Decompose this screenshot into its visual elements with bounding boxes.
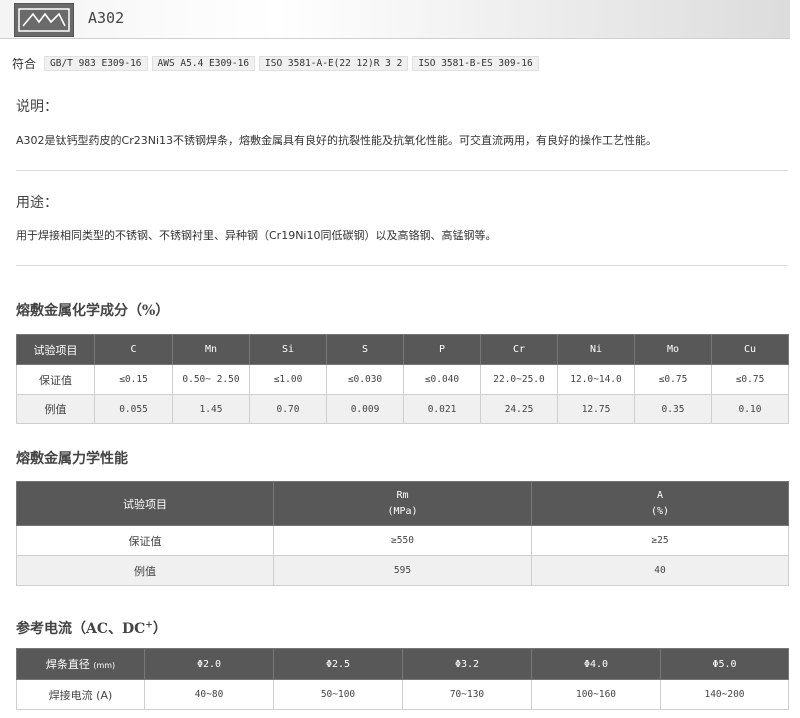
column-header-unit: (%) [650, 505, 670, 517]
table-row: 焊接电流 (A) 40~80 50~100 70~130 100~160 140… [16, 679, 789, 710]
column-header: Mo [634, 334, 712, 365]
column-header: P [403, 334, 481, 365]
column-header: Ni [557, 334, 635, 365]
standards-row: 符合 GB/T 983 E309-16 AWS A5.4 E309-16 ISO… [12, 54, 543, 72]
table-cell: 595 [273, 555, 532, 586]
table-cell: 1.45 [172, 394, 250, 424]
table-header-row: 试验项目 Rm (MPa) A (%) [16, 481, 789, 526]
chemistry-heading: 熔敷金属化学成分（%） [16, 303, 170, 319]
table-cell: 例值 [16, 394, 95, 424]
table-cell: 0.10 [711, 394, 789, 424]
standard-tag: GB/T 983 E309-16 [44, 55, 148, 71]
column-header: 试验项目 [16, 481, 274, 526]
column-header-unit: (MPa) [387, 505, 418, 517]
header-bar: A302 [0, 0, 790, 39]
table-cell: 例值 [16, 555, 274, 586]
standards-label: 符合 [12, 56, 37, 71]
current-heading-text: 参考电流（AC、DC [16, 621, 146, 637]
table-cell: 22.0~25.0 [480, 364, 558, 395]
mechanical-heading: 熔敷金属力学性能 [16, 451, 128, 467]
table-cell: 140~200 [660, 679, 789, 710]
column-header: Φ4.0 [531, 648, 661, 680]
column-header: Φ2.5 [273, 648, 403, 680]
table-cell: 12.75 [557, 394, 635, 424]
column-header: Cu [711, 334, 789, 365]
table-cell: 24.25 [480, 394, 558, 424]
table-row: 例值 0.055 1.45 0.70 0.009 0.021 24.25 12.… [16, 394, 789, 424]
description-text: A302是钛钙型药皮的Cr23Ni13不锈钢焊条，熔敷金属具有良好的抗裂性能及抗… [16, 134, 657, 147]
diameter-unit: (mm) [93, 661, 116, 670]
column-header: Φ3.2 [402, 648, 532, 680]
mechanical-table: 试验项目 Rm (MPa) A (%) 保证值 ≥550 ≥25 例值 595 … [16, 481, 789, 586]
usage-heading: 用途： [16, 195, 58, 211]
column-header: Φ5.0 [660, 648, 789, 680]
description-heading: 说明： [16, 99, 58, 115]
table-cell: 0.70 [249, 394, 327, 424]
divider [16, 170, 788, 171]
table-cell: ≥550 [273, 525, 532, 556]
table-cell: 0.021 [403, 394, 481, 424]
column-header: Cr [480, 334, 558, 365]
table-cell: 焊接电流 (A) [16, 679, 145, 710]
table-cell: ≤0.75 [634, 364, 712, 395]
table-cell: ≤0.15 [94, 364, 173, 395]
current-heading-sup: + [145, 620, 153, 631]
table-cell: 70~130 [402, 679, 532, 710]
divider [16, 265, 788, 266]
table-cell: 0.35 [634, 394, 712, 424]
usage-text: 用于焊接相同类型的不锈钢、不锈钢衬里、异种钢（Cr19Ni10同低碳钢）以及高铬… [16, 229, 497, 242]
table-cell: 50~100 [273, 679, 403, 710]
table-cell: 0.055 [94, 394, 173, 424]
column-header: A (%) [531, 481, 789, 526]
table-row: 例值 595 40 [16, 555, 789, 586]
standard-tag: ISO 3581-B-ES 309-16 [412, 55, 539, 71]
column-header: S [326, 334, 404, 365]
column-header: 试验项目 [16, 334, 95, 365]
column-header: Mn [172, 334, 250, 365]
table-cell: 40~80 [144, 679, 274, 710]
column-header: 焊条直径 (mm) [16, 648, 145, 680]
current-heading: 参考电流（AC、DC+） [16, 618, 167, 638]
table-cell: ≤0.030 [326, 364, 404, 395]
table-header-row: 试验项目 C Mn Si S P Cr Ni Mo Cu [16, 334, 789, 365]
table-cell: ≤0.040 [403, 364, 481, 395]
brand-logo [14, 3, 74, 37]
standard-tag: ISO 3581-A-E(22 12)R 3 2 [259, 55, 409, 71]
table-row: 保证值 ≤0.15 0.50~ 2.50 ≤1.00 ≤0.030 ≤0.040… [16, 364, 789, 395]
table-cell: 12.0~14.0 [557, 364, 635, 395]
column-header: C [94, 334, 173, 365]
table-header-row: 焊条直径 (mm) Φ2.0 Φ2.5 Φ3.2 Φ4.0 Φ5.0 [16, 648, 789, 680]
column-header-label: A [656, 489, 664, 501]
product-title: A302 [88, 9, 125, 27]
table-cell: ≤0.75 [711, 364, 789, 395]
table-cell: 保证值 [16, 364, 95, 395]
chemistry-table: 试验项目 C Mn Si S P Cr Ni Mo Cu 保证值 ≤0.15 0… [16, 334, 789, 424]
current-table: 焊条直径 (mm) Φ2.0 Φ2.5 Φ3.2 Φ4.0 Φ5.0 焊接电流 … [16, 648, 789, 710]
column-header-label: 试验项目 [123, 497, 167, 511]
table-cell: 0.009 [326, 394, 404, 424]
table-cell: 100~160 [531, 679, 661, 710]
table-cell: 保证值 [16, 525, 274, 556]
column-header: Φ2.0 [144, 648, 274, 680]
table-cell: ≤1.00 [249, 364, 327, 395]
table-cell: 40 [531, 555, 789, 586]
table-cell: 0.50~ 2.50 [172, 364, 250, 395]
diameter-label: 焊条直径 [45, 658, 90, 671]
column-header: Rm (MPa) [273, 481, 532, 526]
standard-tag: AWS A5.4 E309-16 [151, 55, 256, 71]
table-row: 保证值 ≥550 ≥25 [16, 525, 789, 556]
column-header-label: Rm [396, 489, 409, 501]
table-cell: ≥25 [531, 525, 789, 556]
column-header: Si [249, 334, 327, 365]
current-heading-end: ） [152, 621, 167, 637]
